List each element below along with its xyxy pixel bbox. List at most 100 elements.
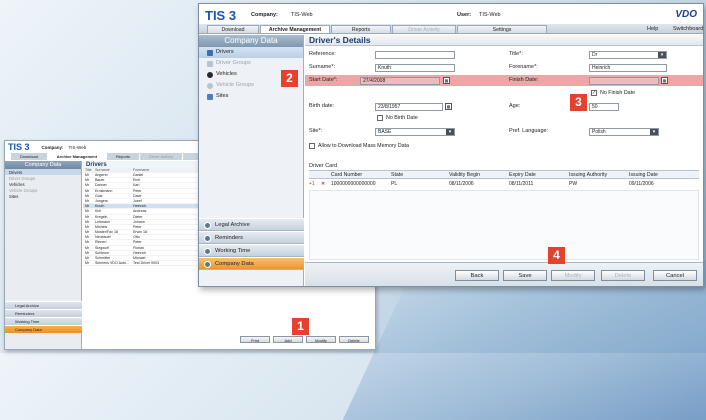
age-label: Age:	[509, 103, 521, 109]
pref-language-select[interactable]: Polish ▾	[589, 127, 659, 136]
no-finish-date-label: No Finish Date	[600, 90, 636, 96]
app-header: TIS 3 Company: TIS-Web User: TIS-Web VDO	[199, 4, 703, 24]
small-tab-archive-management[interactable]: Archive Management	[47, 153, 108, 160]
table-row[interactable]: +1 ✕ 1000000000000000 PL 08/11/2006 08/1…	[309, 179, 699, 189]
nav-label: Company Data	[215, 261, 254, 267]
forename-cell: Peter	[133, 188, 142, 193]
col-expiry-date[interactable]: Expiry Date	[509, 171, 569, 178]
finish-date-input[interactable]	[589, 76, 659, 85]
small-nav-legal-archive[interactable]: Legal Archive	[5, 301, 82, 309]
user-label: User:	[457, 12, 472, 18]
small-company-label: Company:	[41, 144, 64, 150]
col-card-number[interactable]: Card Number	[331, 171, 391, 178]
col-state[interactable]: State	[391, 171, 449, 178]
surname-input[interactable]: Knuth	[375, 63, 455, 72]
small-tab-reports[interactable]: Reports	[107, 153, 141, 160]
sidebar-item-drivers[interactable]: Drivers	[199, 47, 303, 58]
allow-download-checkbox[interactable]	[309, 143, 315, 149]
delete-row-icon[interactable]: ✕	[321, 179, 331, 189]
small-nav-company-data[interactable]: Company Data	[5, 325, 82, 333]
forename-cell: Heinrich	[133, 204, 147, 209]
small-print-button[interactable]: Print	[240, 336, 270, 343]
forename-cell: Heinrich	[133, 250, 147, 255]
cancel-button[interactable]: Cancel	[653, 270, 697, 281]
page-title: Driver's Details	[305, 35, 703, 46]
surname-cell: Muster/Fax 18	[95, 230, 118, 235]
forename-cell: Michael	[133, 256, 146, 260]
issuing-date-cell: 09/11/2006	[629, 181, 654, 187]
small-tab-driver-activity[interactable]: Driver Activity	[140, 153, 184, 160]
switchboard-link[interactable]: Switchboard	[673, 26, 703, 32]
row-site: Site*: BASE ▾ Pref. Language: Polish ▾	[305, 126, 703, 137]
save-button[interactable]: Save	[503, 270, 547, 281]
small-modify-button[interactable]: Modify	[306, 336, 336, 343]
age-input[interactable]: 50	[589, 102, 619, 111]
help-link[interactable]: Help	[647, 26, 658, 32]
start-date-input[interactable]: 27/4/2008	[360, 76, 440, 85]
sidebar-item-driver-groups[interactable]: Driver Groups	[199, 58, 303, 69]
nav-reminders[interactable]: Reminders	[199, 231, 304, 244]
forename-input[interactable]: Heinrich	[589, 63, 667, 72]
forename-cell: Erwin 18	[133, 230, 147, 235]
row-reference: Reference: Title*: Dr ▾	[305, 49, 703, 60]
company-data-icon	[204, 261, 211, 268]
forename-cell: Peter	[133, 224, 142, 229]
callout-marker: 3	[570, 94, 587, 111]
title-cell: Mr	[85, 250, 90, 255]
callout-marker: 1	[292, 318, 309, 335]
small-sidebar-item-sites[interactable]: Sites	[5, 193, 81, 199]
title-label: Title*:	[509, 51, 523, 57]
small-app-logo: TIS 3	[8, 142, 30, 152]
col-issuing-authority[interactable]: Issuing Authority	[569, 171, 629, 178]
calendar-icon[interactable]: ▦	[443, 76, 450, 84]
reference-input[interactable]	[375, 50, 455, 59]
surname-cell: Gutz	[95, 193, 103, 198]
no-finish-date-checkbox[interactable]: ✓	[591, 90, 597, 96]
tab-settings[interactable]: Settings	[457, 25, 547, 33]
title-select[interactable]: Dr ▾	[589, 50, 667, 59]
delete-button[interactable]: Delete	[601, 270, 645, 281]
title-cell: Mr	[85, 230, 90, 235]
add-row-icon[interactable]: +1	[309, 179, 321, 189]
back-button[interactable]: Back	[455, 270, 499, 281]
calendar-icon[interactable]: ▦	[661, 76, 668, 84]
legal-archive-icon	[204, 222, 211, 229]
title-cell: Mr	[85, 178, 90, 183]
tab-reports[interactable]: Reports	[331, 25, 391, 33]
col-validity-begin[interactable]: Validity Begin	[449, 171, 509, 178]
col-issuing-date[interactable]: Issuing Date	[629, 171, 689, 178]
forename-cell: Andreas	[133, 209, 147, 214]
forename-cell: Josef	[133, 198, 142, 203]
title-cell: Mr	[85, 183, 90, 188]
title-cell: Mr	[85, 261, 90, 266]
small-add-button[interactable]: Add	[273, 336, 303, 343]
tab-driver-activity[interactable]: Driver Activity	[392, 25, 456, 33]
small-nav-working-time[interactable]: Working Time	[5, 317, 82, 325]
bottom-nav: Legal Archive Reminders Working Time Com…	[199, 218, 304, 270]
nav-company-data[interactable]: Company Data	[199, 257, 304, 270]
tab-archive-management[interactable]: Archive Management	[260, 25, 330, 33]
birth-date-input[interactable]: 23/8/1957	[375, 102, 443, 111]
callout-marker: 2	[281, 70, 298, 87]
small-tab-download[interactable]: Download	[11, 153, 48, 160]
surname-cell: Angerer	[95, 173, 108, 177]
row-birth-date: Birth date: 23/8/1957 ▦ Age: 50	[305, 101, 703, 112]
calendar-icon[interactable]: ▦	[445, 102, 452, 110]
small-nav-reminders[interactable]: Reminders	[5, 309, 82, 317]
start-date-label: Start Date*:	[309, 77, 338, 83]
title-cell: Mr	[85, 219, 90, 224]
modify-button[interactable]: Modify	[551, 270, 595, 281]
surname-cell: Dahner	[95, 183, 107, 188]
tab-download[interactable]: Download	[207, 25, 259, 33]
title-cell: Mr	[85, 204, 90, 209]
sidebar-item-label: Vehicles	[216, 71, 237, 77]
no-birth-date-checkbox[interactable]	[377, 115, 383, 121]
sidebar-item-sites[interactable]: Sites	[199, 91, 303, 102]
nav-legal-archive[interactable]: Legal Archive	[199, 218, 304, 231]
title-cell: Mr	[85, 240, 90, 245]
site-select-value: BASE	[378, 128, 392, 135]
site-select[interactable]: BASE ▾	[375, 127, 455, 136]
nav-working-time[interactable]: Working Time	[199, 244, 304, 257]
main-tab-bar: Download Archive Management Reports Driv…	[199, 24, 703, 34]
small-delete-button[interactable]: Delete	[339, 336, 369, 343]
